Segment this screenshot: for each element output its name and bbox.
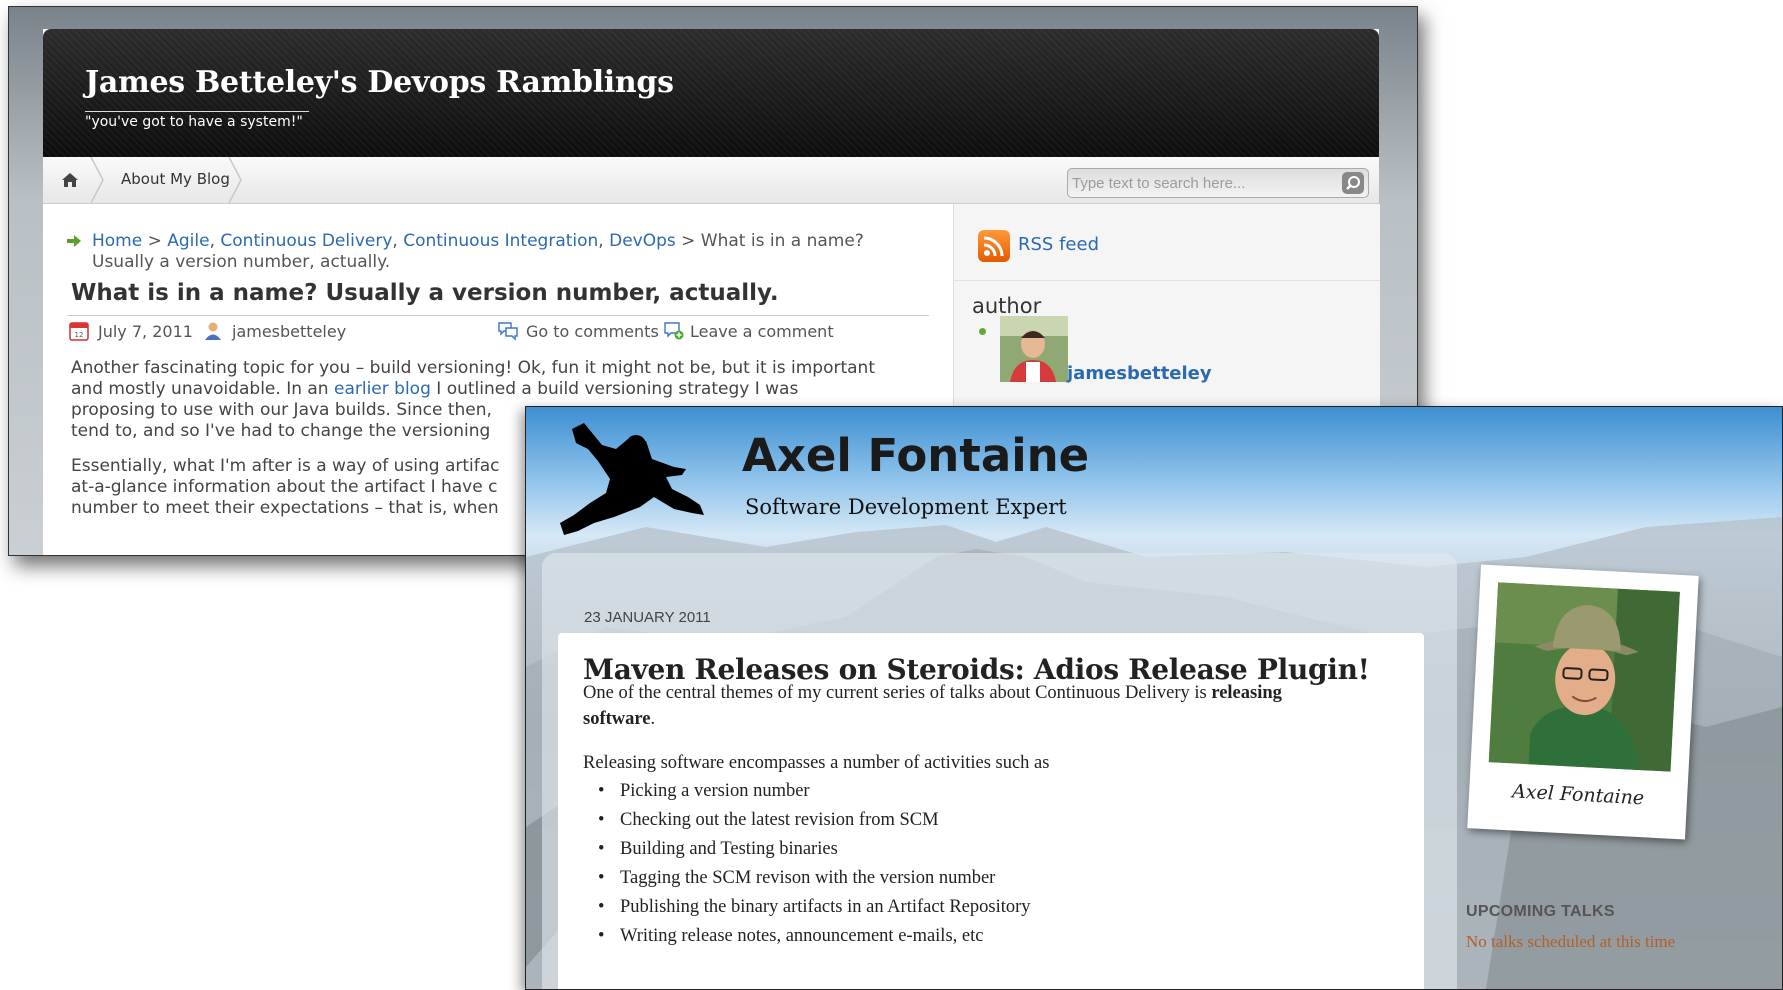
site-tagline: Software Development Expert: [745, 495, 1067, 519]
bullet-icon: [979, 328, 986, 335]
list-item: • Checking out the latest revision from S…: [598, 810, 939, 830]
post-title[interactable]: What is in a name? Usually a version num…: [71, 280, 779, 306]
breadcrumb-continuous-integration-link[interactable]: Continuous Integration: [403, 231, 598, 251]
earlier-blog-link[interactable]: earlier blog: [334, 379, 431, 399]
upcoming-talks-text: No talks scheduled at this time: [1466, 932, 1676, 951]
arrow-right-icon: [67, 235, 81, 247]
blog-tagline: "you've got to have a system!": [85, 111, 309, 130]
leave-comment-link[interactable]: Leave a comment: [690, 322, 834, 341]
breadcrumb-current-cont: Usually a version number, actually.: [92, 252, 391, 272]
list-item: • Writing release notes, announcement e-m…: [598, 926, 984, 946]
author-photo: [1488, 582, 1680, 772]
post-date: 23 JANUARY 2011: [584, 609, 711, 626]
search-button[interactable]: [1342, 172, 1364, 194]
nav-about-link[interactable]: About My Blog: [121, 170, 230, 188]
rss-icon[interactable]: [978, 230, 1010, 262]
blog-header: James Betteley's Devops Ramblings "you'v…: [43, 29, 1379, 157]
list-item: • Building and Testing binaries: [598, 839, 838, 859]
upcoming-talks-heading: UPCOMING TALKS: [1466, 903, 1615, 920]
author-avatar[interactable]: [1000, 316, 1068, 382]
sidebar-divider: [954, 280, 1380, 281]
user-icon: [205, 322, 221, 340]
breadcrumb-current: > What is in a name?: [675, 231, 864, 251]
go-to-comments-link[interactable]: Go to comments: [526, 322, 659, 341]
author-heading: author: [972, 294, 1042, 318]
post-paragraph-1-line: One of the central themes of my current …: [583, 683, 1282, 703]
search-input[interactable]: [1072, 172, 1334, 194]
breadcrumb-devops-link[interactable]: DevOps: [609, 231, 676, 251]
list-item: • Picking a version number: [598, 781, 810, 801]
add-comment-icon: [664, 322, 684, 340]
blog-title[interactable]: James Betteley's Devops Ramblings: [85, 65, 674, 100]
bullet-icon: •: [598, 810, 605, 830]
home-icon[interactable]: [61, 171, 79, 189]
post-author-link[interactable]: jamesbetteley: [232, 322, 346, 341]
bullet-icon: •: [598, 926, 605, 946]
polaroid-caption: Axel Fontaine: [1511, 780, 1645, 810]
author-name-link[interactable]: jamesbetteley: [1067, 363, 1212, 384]
rss-feed-link[interactable]: RSS feed: [1018, 234, 1099, 255]
post-paragraph-1-line: software.: [583, 709, 656, 729]
search-icon: [1346, 176, 1360, 190]
comments-icon: [498, 322, 518, 341]
list-item: • Tagging the SCM revison with the versio…: [598, 868, 996, 888]
ninja-logo-icon[interactable]: [554, 419, 714, 537]
bullet-icon: •: [598, 868, 605, 888]
post-date: July 7, 2011: [98, 322, 193, 341]
title-divider: [67, 315, 929, 316]
search-box: [1067, 168, 1369, 198]
nav-bar: About My Blog: [43, 157, 1379, 204]
breadcrumb-continuous-delivery-link[interactable]: Continuous Delivery: [220, 231, 392, 251]
bullet-icon: •: [598, 839, 605, 859]
post-paragraph-2: Releasing software encompasses a number …: [583, 753, 1050, 773]
author-polaroid[interactable]: Axel Fontaine: [1467, 564, 1699, 840]
breadcrumb-agile-link[interactable]: Agile: [167, 231, 209, 251]
list-item: • Publishing the binary artifacts in an A…: [598, 897, 1031, 917]
breadcrumb: Home > Agile, Continuous Delivery, Conti…: [92, 231, 864, 251]
breadcrumb-home-link[interactable]: Home: [92, 231, 142, 251]
bullet-icon: •: [598, 781, 605, 801]
svg-text:12: 12: [75, 331, 84, 339]
nav-separator: [90, 157, 104, 203]
axel-fontaine-blog-window: Axel Fontaine Software Development Exper…: [525, 406, 1783, 990]
nav-separator: [228, 157, 242, 203]
calendar-icon: 12: [69, 322, 89, 341]
site-title[interactable]: Axel Fontaine: [742, 429, 1089, 482]
bullet-icon: •: [598, 897, 605, 917]
